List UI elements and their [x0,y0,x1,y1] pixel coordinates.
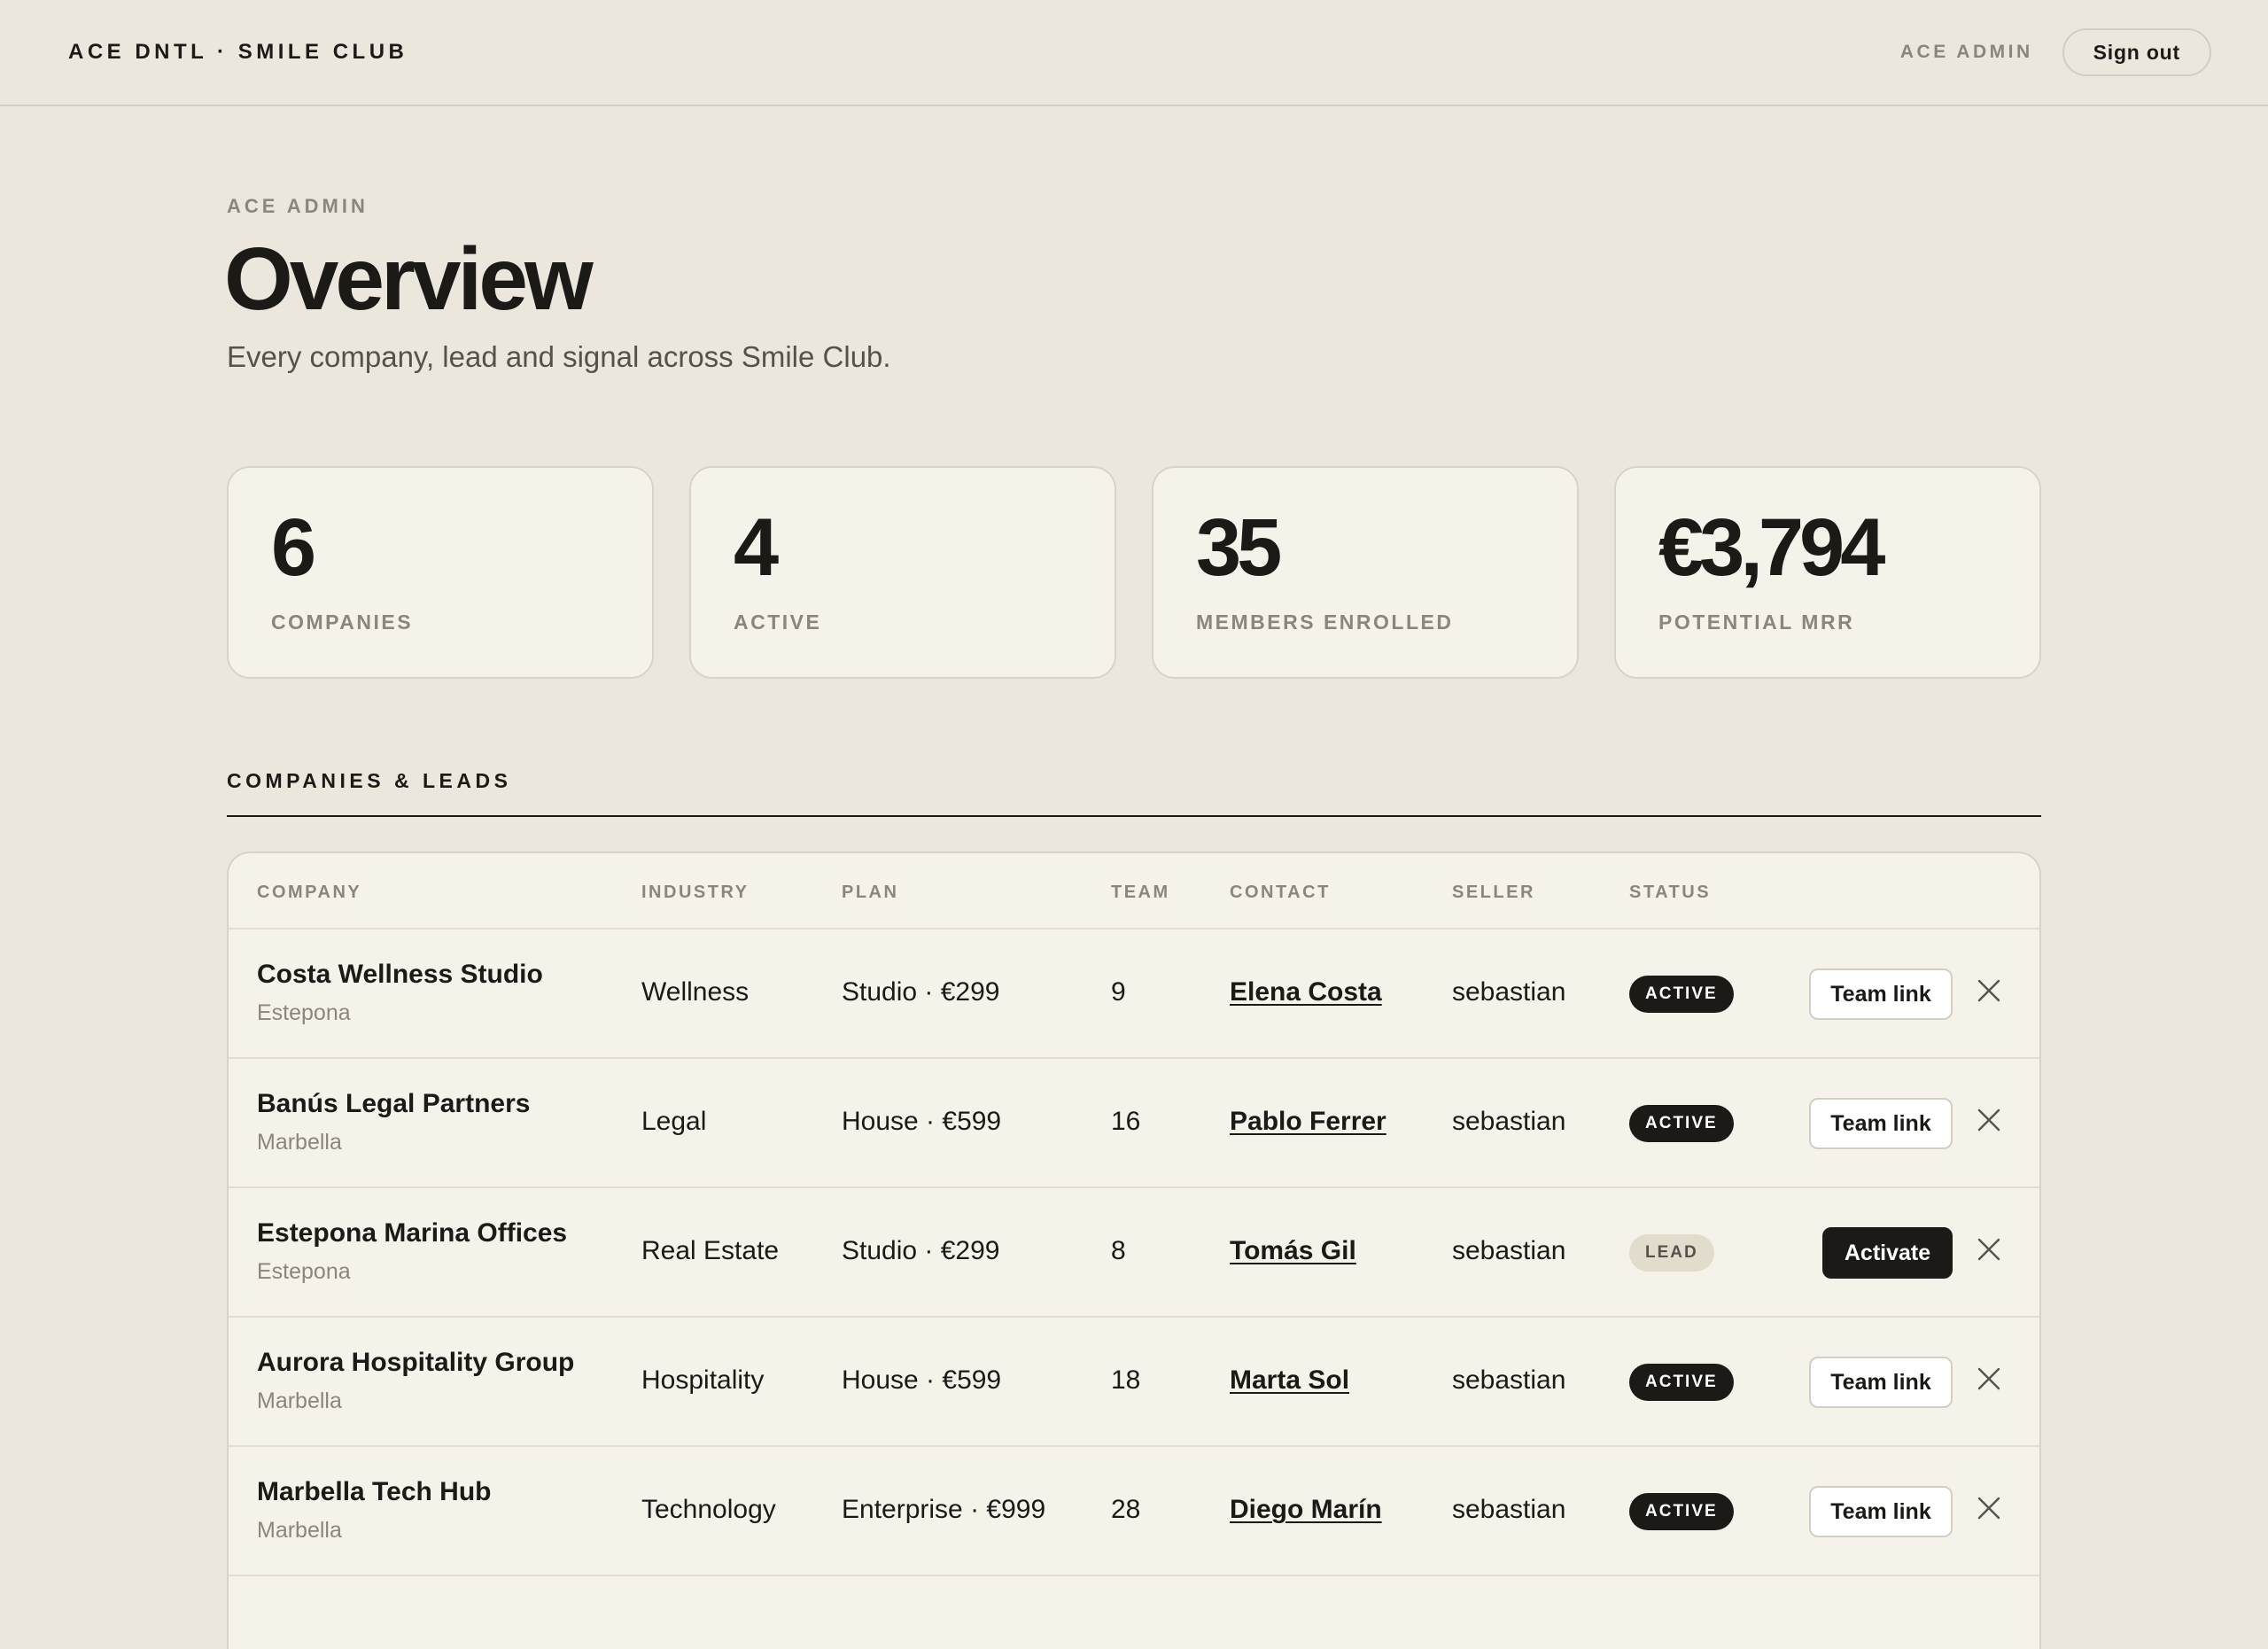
industry-cell: Real Estate [641,1236,780,1265]
status-badge: ACTIVE [1629,1105,1734,1142]
contact-link[interactable]: Pablo Ferrer [1230,1107,1386,1137]
company-city: Estepona [257,1000,351,1025]
table-row: Aurora Hospitality Group Marbella Hospit… [229,1318,2039,1447]
stats-row: 6 COMPANIES 4 ACTIVE 35 MEMBERS ENROLLED… [227,466,2041,679]
top-bar: ACE DNTL · SMILE CLUB ACE ADMIN Sign out [0,0,2268,106]
team-size-cell: 8 [1111,1236,1126,1265]
close-icon[interactable] [1976,1365,2002,1392]
page-eyebrow: ACE ADMIN [227,195,369,217]
column-header-contact: CONTACT [1230,883,1331,902]
status-badge: ACTIVE [1629,976,1734,1013]
company-city: Marbella [257,1130,342,1155]
plan-cell: House · €599 [842,1365,1002,1395]
industry-cell: Technology [641,1495,776,1524]
team-size-cell: 9 [1111,977,1126,1007]
stat-label: POTENTIAL MRR [1658,611,1855,634]
plan-cell: Studio · €299 [842,1236,1000,1265]
activate-button[interactable]: Activate [1822,1227,1953,1279]
contact-link[interactable]: Diego Marín [1230,1495,1382,1525]
stat-card-members-enrolled: 35 MEMBERS ENROLLED [1152,466,1579,679]
column-header-team: TEAM [1111,883,1170,902]
table-row: Costa Wellness Studio Estepona Wellness … [229,930,2039,1059]
sign-out-button[interactable]: Sign out [2062,28,2211,76]
company-city: Marbella [257,1388,342,1413]
status-badge: ACTIVE [1629,1364,1734,1401]
stat-value: 35 [1196,502,1282,593]
plan-cell: Enterprise · €999 [842,1495,1046,1524]
company-name: Estepona Marina Offices [257,1218,568,1248]
status-badge: ACTIVE [1629,1493,1734,1530]
column-header-plan: PLAN [842,883,899,902]
seller-cell: sebastian [1452,1236,1566,1265]
column-header-seller: SELLER [1452,883,1535,902]
page-subtitle: Every company, lead and signal across Sm… [227,340,891,373]
table-row: Estepona Marina Offices Estepona Real Es… [229,1188,2039,1318]
company-city: Estepona [257,1259,351,1284]
close-icon[interactable] [1976,977,2002,1004]
company-name: Aurora Hospitality Group [257,1348,575,1377]
current-user-label: ACE ADMIN [1899,42,2033,62]
stat-card-companies: 6 COMPANIES [227,466,654,679]
topbar-right: ACE ADMIN Sign out [1900,28,2211,76]
plan-cell: House · €599 [842,1107,1002,1136]
stat-label: MEMBERS ENROLLED [1196,611,1454,634]
industry-cell: Hospitality [641,1365,765,1395]
seller-cell: sebastian [1452,1107,1566,1136]
column-header-industry: INDUSTRY [641,883,750,902]
team-size-cell: 28 [1111,1495,1141,1524]
status-badge: LEAD [1629,1234,1714,1272]
section-divider [227,815,2041,817]
contact-link[interactable]: Elena Costa [1230,977,1382,1007]
team-size-cell: 18 [1111,1365,1141,1395]
table-header-row: COMPANY INDUSTRY PLAN TEAM CONTACT SELLE… [229,853,2039,930]
team-size-cell: 16 [1111,1107,1141,1136]
company-city: Marbella [257,1518,342,1543]
stat-value: 4 [734,502,779,593]
companies-table: COMPANY INDUSTRY PLAN TEAM CONTACT SELLE… [227,852,2041,1649]
plan-cell: Studio · €299 [842,977,1000,1007]
company-name: Marbella Tech Hub [257,1477,492,1506]
industry-cell: Wellness [641,977,750,1007]
stat-value: €3,794 [1658,502,1885,593]
industry-cell: Legal [641,1107,707,1136]
contact-link[interactable]: Tomás Gil [1230,1236,1356,1266]
column-header-status: STATUS [1629,883,1712,902]
seller-cell: sebastian [1452,1495,1566,1524]
stat-label: COMPANIES [271,611,414,634]
seller-cell: sebastian [1452,977,1566,1007]
page-title: Overview [224,229,594,329]
stat-card-active: 4 ACTIVE [689,466,1116,679]
stat-value: 6 [271,502,316,593]
stat-card-potential-mrr: €3,794 POTENTIAL MRR [1614,466,2041,679]
close-icon[interactable] [1976,1236,2002,1263]
seller-cell: sebastian [1452,1365,1566,1395]
column-header-company: COMPANY [257,883,362,902]
brand-logo-text[interactable]: ACE DNTL · SMILE CLUB [68,40,408,65]
team-link-button[interactable]: Team link [1809,968,1953,1020]
team-link-button[interactable]: Team link [1809,1098,1953,1149]
company-name: Costa Wellness Studio [257,960,543,989]
close-icon[interactable] [1976,1107,2002,1133]
contact-link[interactable]: Marta Sol [1230,1365,1349,1396]
stat-label: ACTIVE [734,611,822,634]
table-row: Banús Legal Partners Marbella Legal Hous… [229,1059,2039,1188]
table-row: Marbella Tech Hub Marbella Technology En… [229,1447,2039,1576]
team-link-button[interactable]: Team link [1809,1357,1953,1408]
team-link-button[interactable]: Team link [1809,1486,1953,1537]
company-name: Banús Legal Partners [257,1089,531,1118]
close-icon[interactable] [1976,1495,2002,1521]
section-title: COMPANIES & LEADS [227,769,512,792]
